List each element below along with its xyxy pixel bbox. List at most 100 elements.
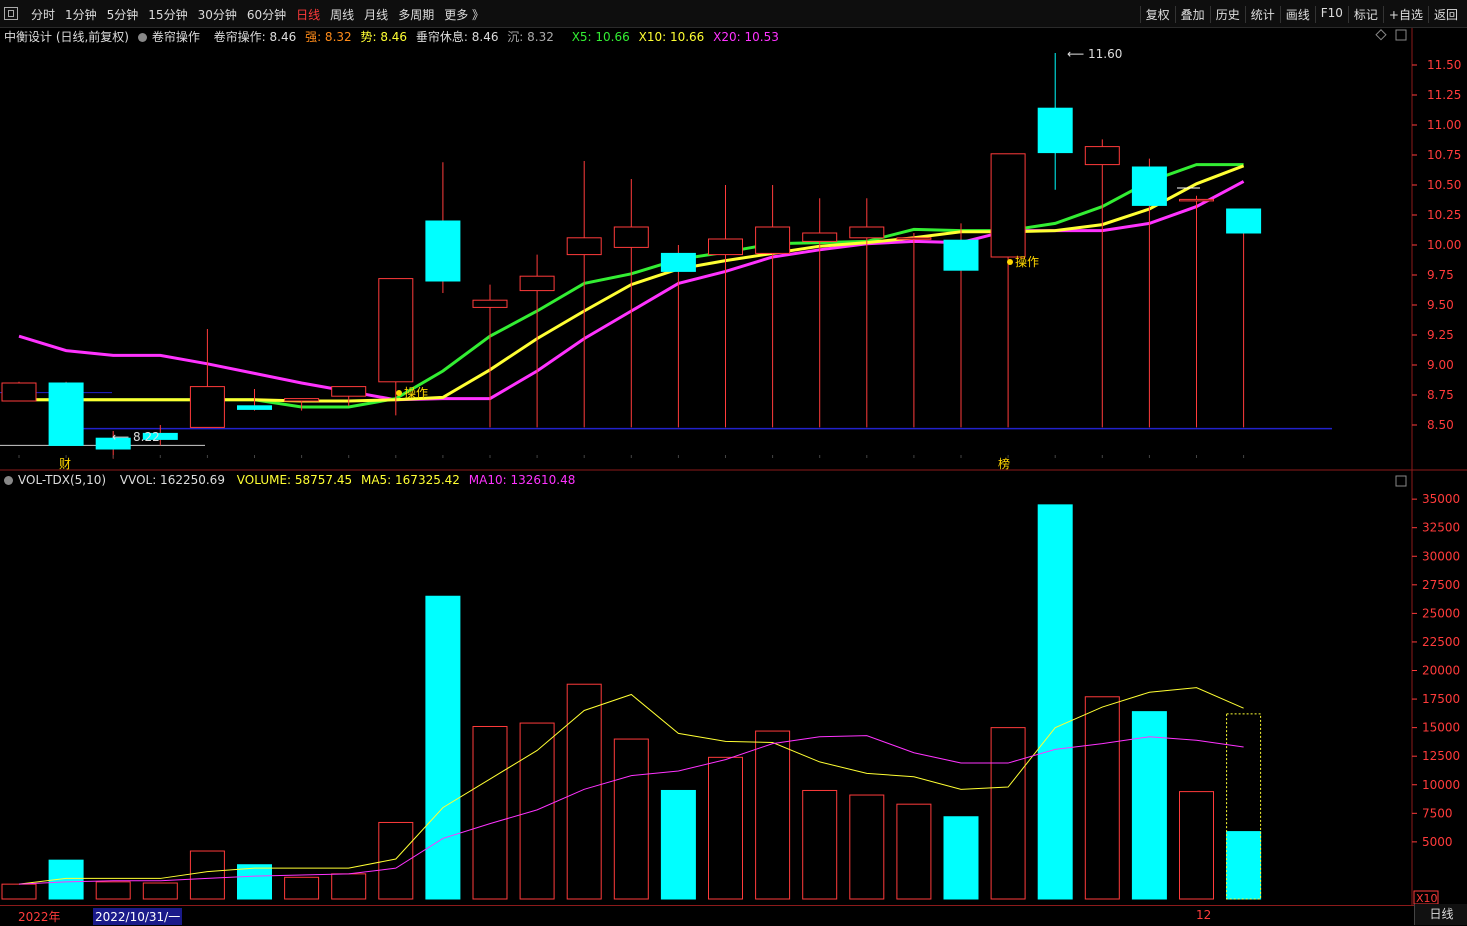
volume-bar (378, 821, 414, 900)
volume-bar (1037, 504, 1073, 900)
candle-body (943, 239, 979, 271)
candle-body (284, 398, 320, 402)
period-tabs: 分时 1分钟 5分钟 15分钟 30分钟 60分钟 日线 周线 月线 多周期 更… (26, 6, 489, 23)
tab-period-7[interactable]: 周线 (325, 6, 359, 23)
period-switch-button[interactable]: 日线 (1414, 904, 1467, 925)
volume-bar (331, 873, 367, 900)
tab-period-4[interactable]: 30分钟 (193, 6, 242, 23)
rest-value: 垂帘休息: 8.46 (415, 30, 499, 44)
x5-value: X5: 10.66 (571, 30, 630, 44)
volume-bar (849, 794, 885, 900)
fuquan-button[interactable]: 复权 (1139, 6, 1175, 23)
draw-button[interactable]: 画线 (1279, 6, 1315, 23)
year-label: 2022年 (18, 910, 61, 924)
op-value: 卷帘操作: 8.46 (213, 30, 297, 44)
vol-tick-label: 20000 (1422, 664, 1460, 678)
price-tick-label: 10.75 (1427, 148, 1461, 162)
vol-tick-label: 32500 (1422, 521, 1460, 535)
candle-body (1084, 146, 1120, 166)
history-button[interactable]: 历史 (1209, 6, 1245, 23)
volume-bar (425, 595, 461, 900)
candle-body (378, 278, 414, 383)
candle-body (472, 299, 508, 308)
volume-bar (472, 725, 508, 900)
volume-bar (943, 816, 979, 900)
sink-value: 沉: 8.32 (507, 30, 554, 44)
price-tick-label: 8.50 (1427, 418, 1454, 432)
volume-bar (755, 730, 791, 900)
tab-period-10[interactable]: 更多 》 (439, 6, 489, 23)
candle-body (237, 405, 272, 410)
window-restore-icon[interactable] (4, 7, 18, 20)
candle-body (331, 386, 367, 397)
indicator-dropdown[interactable]: 卷帘操作 (137, 30, 205, 44)
price-tick-label: 11.50 (1427, 58, 1461, 72)
overlay-button[interactable]: 叠加 (1174, 6, 1210, 23)
volume-bar (284, 876, 320, 900)
tab-period-0[interactable]: 分时 (26, 6, 60, 23)
vol-ma10-line (18, 735, 1244, 885)
op-dot-icon (396, 390, 402, 396)
volume-bar (1226, 831, 1262, 900)
volume-bar (896, 803, 932, 900)
vol-indicator-dropdown[interactable]: VOL-TDX(5,10) (4, 473, 111, 487)
cursor-date: 2022/10/31/一 (93, 908, 183, 925)
diamond-icon (1375, 29, 1387, 41)
dropdown-icon (4, 476, 13, 485)
ma-line-x10 (19, 164, 1245, 403)
op-marker-2: 操作 (1015, 254, 1039, 269)
candle-body (519, 275, 555, 292)
price-tick-label: 11.00 (1427, 118, 1461, 132)
tab-period-9[interactable]: 多周期 (393, 6, 439, 23)
candle-body (708, 238, 743, 256)
price-tick-label: 9.50 (1427, 298, 1454, 312)
f10-button[interactable]: F10 (1314, 6, 1348, 23)
candle-body (755, 226, 791, 254)
mark-button[interactable]: 标记 (1347, 6, 1383, 23)
price-tick-label: 9.00 (1427, 358, 1454, 372)
tab-period-3[interactable]: 15分钟 (143, 6, 192, 23)
x10-value: X10: 10.66 (638, 30, 705, 44)
candle-body (660, 252, 696, 272)
stock-title: 中衡设计 (日线,前复权) (4, 30, 129, 44)
vol-tick-label: 15000 (1422, 721, 1460, 735)
ma-line-x20 (18, 180, 1245, 402)
price-tick-label: 9.25 (1427, 328, 1454, 342)
ma-line-x5 (19, 163, 1244, 409)
tab-period-1[interactable]: 1分钟 (60, 6, 102, 23)
candle-body (1131, 166, 1167, 206)
stats-button[interactable]: 统计 (1244, 6, 1280, 23)
back-button[interactable]: 返回 (1427, 6, 1463, 23)
tab-period-6[interactable]: 日线 (291, 6, 325, 23)
kline-chart[interactable]: 11.50 11.25 11.00 10.75 10.50 10.25 10.00 9.75 9… (0, 0, 1467, 925)
tab-period-2[interactable]: 5分钟 (102, 6, 144, 23)
tab-period-8[interactable]: 月线 (359, 6, 393, 23)
volume-bar (1084, 696, 1120, 900)
finance-marker: 财 (59, 457, 71, 471)
vol-tick-label: 12500 (1422, 749, 1460, 763)
strong-value: 强: 8.32 (305, 30, 352, 44)
vol-tick-label: 27500 (1422, 578, 1460, 592)
volume-bar (95, 881, 131, 900)
date-axis: 2022年 2022/10/31/一 12 (0, 905, 1467, 926)
ma5-value: MA5: 167325.42 (360, 473, 460, 487)
vvol-value: VVOL: 162250.69 (119, 473, 225, 487)
indicator-name: 卷帘操作 (151, 30, 200, 44)
add-watchlist-button[interactable]: +自选 (1382, 6, 1428, 23)
volume-bar (990, 727, 1026, 900)
candle-body (566, 237, 602, 256)
op-dot-icon (1007, 259, 1013, 265)
candle-body (48, 382, 84, 446)
vol-maximize-icon (1395, 475, 1407, 487)
maximize-icon (1395, 29, 1407, 41)
candle-body (1037, 107, 1073, 154)
volume-estimate-outline (1226, 713, 1262, 900)
candle-body (802, 232, 838, 242)
candle-body (990, 153, 1026, 258)
volume-bar (802, 789, 838, 900)
volume-bar (142, 882, 178, 900)
tab-period-5[interactable]: 60分钟 (242, 6, 291, 23)
volume-bar (1, 883, 37, 900)
volume-bar (660, 789, 696, 900)
candle-body (1226, 208, 1262, 234)
